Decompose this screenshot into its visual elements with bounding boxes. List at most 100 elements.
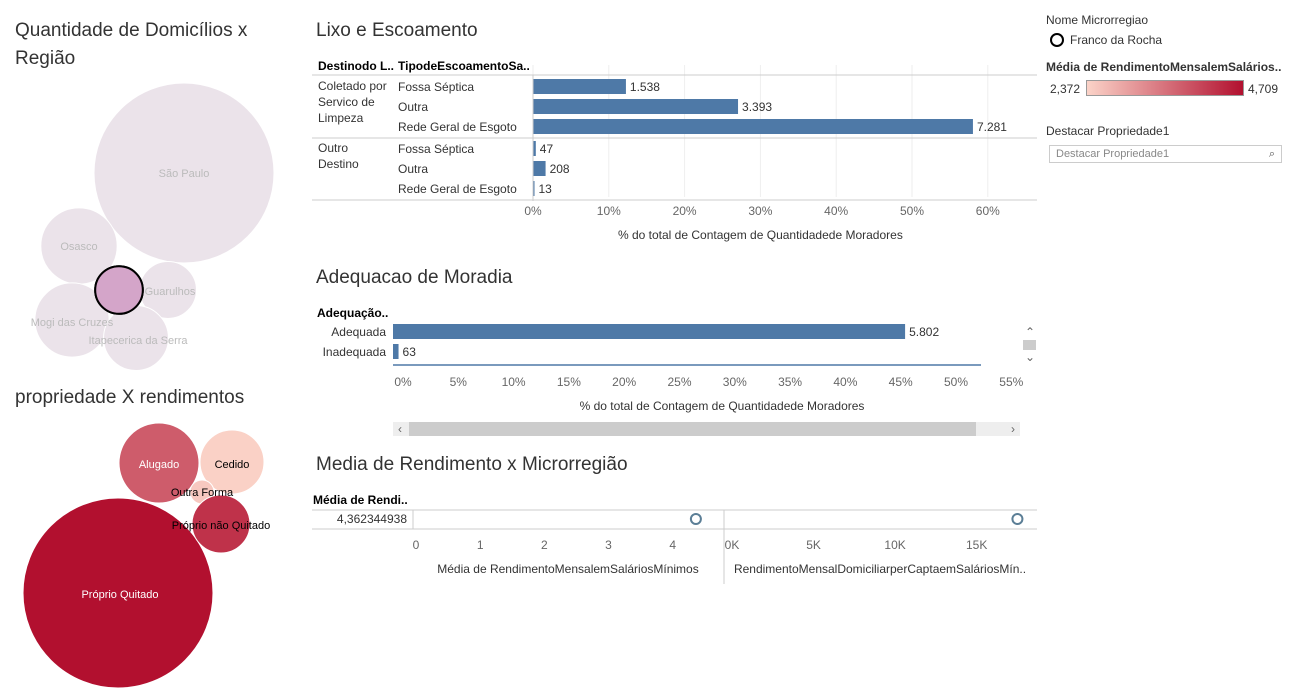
bar — [393, 344, 399, 359]
x-tick: 35% — [778, 375, 802, 389]
header: Média de Rendi.. — [313, 493, 408, 507]
scatter-point — [689, 513, 702, 525]
region-bubble-highlight — [94, 265, 144, 315]
group-label: Limpeza — [318, 111, 364, 125]
row-label: Outra — [398, 162, 428, 176]
x-tick: 30% — [723, 375, 747, 389]
bar-value: 1.538 — [630, 80, 660, 94]
x-tick: 60% — [976, 204, 1000, 218]
row-label: Outra — [398, 100, 428, 114]
x-tick: 0% — [524, 204, 542, 218]
destacar-placeholder: Destacar Propriedade1 — [1056, 148, 1170, 160]
x-tick: 30% — [748, 204, 772, 218]
row-label: 4,362344938 — [337, 512, 407, 526]
legend-media-title: Média de RendimentoMensalemSalários.. — [1046, 60, 1282, 74]
region-bubble-label: Mogi das Cruzes — [31, 317, 114, 329]
legend-destacar-title: Destacar Propriedade1 — [1046, 124, 1170, 138]
x-tick: 25% — [667, 375, 691, 389]
bar-value: 7.281 — [977, 120, 1007, 134]
adequacao-bar-chart: Adequação.. Adequada 5.802 Inadequada 63 0% 5%… — [317, 306, 1036, 436]
x-tick: 50% — [900, 204, 924, 218]
search-icon[interactable]: ⌕ — [1269, 146, 1275, 162]
row-label: Inadequada — [323, 345, 387, 359]
lixo-title: Lixo e Escoamento — [316, 20, 478, 41]
bar-value: 63 — [403, 345, 417, 359]
group-label: Destino — [318, 157, 359, 171]
header-col1: Destinodo L.. — [318, 59, 394, 73]
x-tick: 5% — [450, 375, 468, 389]
group-label: Servico de — [318, 95, 375, 109]
bar-value: 47 — [540, 142, 554, 156]
destacar-search-input[interactable]: Destacar Propriedade1 ⌕ — [1049, 145, 1282, 163]
row-label: Rede Geral de Esgoto — [398, 182, 517, 196]
legend-media-min: 2,372 — [1050, 82, 1081, 96]
region-bubble-label: Guarulhos — [145, 286, 196, 298]
scroll-right-icon: › — [1011, 422, 1015, 436]
lixo-bar-chart: Destinodo L.. TipodeEscoamentoSa.. Coletad… — [312, 59, 1037, 242]
propriedade-bubble-label: Próprio Quitado — [81, 589, 158, 601]
header-col2: TipodeEscoamentoSa.. — [398, 59, 530, 73]
x-tick: 10% — [597, 204, 621, 218]
x-tick: 0 — [413, 538, 420, 552]
x-tick: 55% — [999, 375, 1023, 389]
x-tick: 20% — [612, 375, 636, 389]
bar-value: 208 — [550, 162, 570, 176]
x-tick: 1 — [477, 538, 484, 552]
region-bubble-label: Osasco — [60, 241, 97, 253]
x-tick: 40% — [824, 204, 848, 218]
circle-marker-icon — [1050, 33, 1064, 47]
row-label: Rede Geral de Esgoto — [398, 120, 517, 134]
x-axis-label: RendimentoMensalDomiciliarperCaptaemSalá… — [734, 562, 1026, 576]
header: Adequação.. — [317, 306, 388, 320]
region-bubble-label: Itapecerica da Serra — [88, 335, 188, 347]
propriedade-bubble-chart: Próprio Quitado Alugado Cedido Outra Forma P… — [22, 422, 270, 689]
adequacao-title: Adequacao de Moradia — [316, 267, 513, 288]
bar — [533, 161, 546, 176]
scroll-up-icon: ⌃ — [1025, 325, 1035, 339]
propriedade-bubble-label: Outra Forma — [171, 487, 234, 499]
x-tick: 20% — [673, 204, 697, 218]
x-tick: 2 — [541, 538, 548, 552]
x-tick: 45% — [889, 375, 913, 389]
propriedade-bubble-label: Próprio não Quitado — [172, 520, 270, 532]
x-axis-label: % do total de Contagem de Quantidadede M… — [618, 228, 903, 242]
scroll-left-icon: ‹ — [398, 422, 402, 436]
x-tick: 50% — [944, 375, 968, 389]
bar-value: 3.393 — [742, 100, 772, 114]
bar — [533, 99, 739, 114]
bar — [533, 79, 626, 94]
legend-nome-title: Nome Microrregiao — [1046, 13, 1149, 27]
group-label: Coletado por — [318, 79, 387, 93]
x-tick: 0K — [725, 538, 740, 552]
media-title: Media de Rendimento x Microrregião — [316, 454, 628, 475]
x-tick: 4 — [669, 538, 676, 552]
legend-nome-item[interactable]: Franco da Rocha — [1050, 33, 1162, 47]
region-bubble-label: São Paulo — [159, 168, 210, 180]
row-label: Adequada — [331, 325, 386, 339]
bar-value: 5.802 — [909, 325, 939, 339]
propriedade-bubble-label: Alugado — [139, 459, 179, 471]
group-label: Outro — [318, 141, 348, 155]
row-label: Fossa Séptica — [398, 80, 474, 94]
x-tick: 10K — [884, 538, 905, 552]
bar-value: 13 — [539, 182, 553, 196]
legend-nome-label: Franco da Rocha — [1070, 33, 1163, 47]
scatter-point — [1011, 513, 1024, 525]
x-tick: 40% — [833, 375, 857, 389]
x-tick: 0% — [394, 375, 412, 389]
scroll-down-icon: ⌄ — [1025, 350, 1035, 364]
x-axis-label: Média de RendimentoMensalemSaláriosMínim… — [437, 562, 698, 576]
propriedade-bubble-label: Cedido — [215, 459, 250, 471]
propriedade-title: propriedade X rendimentos — [15, 387, 245, 408]
domicilios-bubble-chart: São Paulo Osasco Guarulhos Mogi das Cruzes I… — [31, 82, 275, 371]
scroll-thumb-horizontal — [409, 422, 976, 436]
bar — [533, 119, 973, 134]
scroll-thumb-vertical — [1023, 340, 1036, 350]
legend-color-gradient — [1086, 80, 1244, 96]
x-tick: 15% — [557, 375, 581, 389]
media-scatter-chart: Média de Rendi.. 4,362344938 0 1 2 3 4 Média de… — [312, 493, 1037, 584]
row-label: Fossa Séptica — [398, 142, 474, 156]
x-tick: 3 — [605, 538, 612, 552]
legend-media-max: 4,709 — [1248, 82, 1279, 96]
bar — [393, 324, 906, 339]
